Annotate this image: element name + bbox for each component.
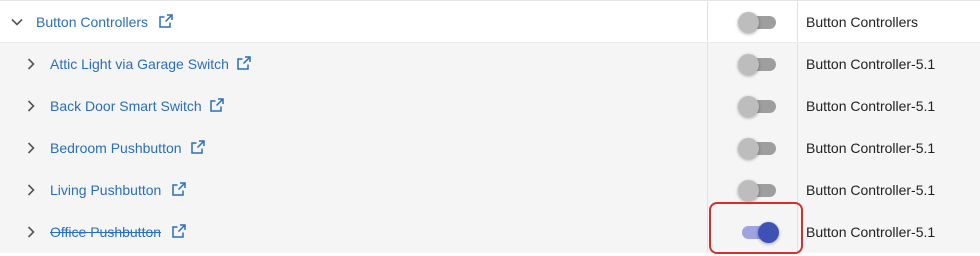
- device-name-link[interactable]: Back Door Smart Switch: [50, 97, 202, 115]
- type-cell: Button Controller-5.1: [806, 224, 936, 240]
- chevron-right-icon[interactable]: [23, 224, 39, 240]
- enable-switch[interactable]: [738, 138, 776, 159]
- apps-table: Button Controllers Button Controllers At…: [0, 0, 980, 256]
- external-link-icon[interactable]: [190, 139, 206, 155]
- table-row: Attic Light via Garage Switch Button Con…: [0, 43, 980, 85]
- type-cell: Button Controller-5.1: [806, 56, 936, 72]
- table-row: Back Door Smart Switch Button Controller…: [0, 85, 980, 127]
- toggle-cell: [707, 1, 798, 43]
- external-link-icon[interactable]: [236, 55, 252, 71]
- type-cell: Button Controller-5.1: [806, 182, 936, 198]
- type-cell: Button Controller-5.1: [806, 140, 936, 156]
- name-cell: Button Controllers: [0, 1, 707, 43]
- device-name-link[interactable]: Attic Light via Garage Switch: [50, 55, 229, 73]
- switch-thumb: [738, 12, 759, 33]
- table-row: Bedroom Pushbutton Button Controller-5.1: [0, 127, 980, 169]
- device-name-link[interactable]: Bedroom Pushbutton: [50, 139, 182, 157]
- type-cell: Button Controllers: [806, 14, 919, 30]
- external-link-icon[interactable]: [209, 97, 225, 113]
- table-row: Office Pushbutton Button Controller-5.1: [0, 211, 980, 253]
- chevron-right-icon[interactable]: [23, 98, 39, 114]
- device-name-link[interactable]: Office Pushbutton: [50, 223, 161, 241]
- table-row-group: Button Controllers Button Controllers: [0, 1, 980, 43]
- enable-switch[interactable]: [738, 180, 776, 201]
- external-link-icon[interactable]: [158, 13, 174, 29]
- external-link-icon[interactable]: [171, 181, 187, 197]
- enable-switch[interactable]: [738, 54, 776, 75]
- chevron-right-icon[interactable]: [23, 56, 39, 72]
- type-cell: Button Controller-5.1: [806, 98, 936, 114]
- table-row: Living Pushbutton Button Controller-5.1: [0, 169, 980, 211]
- device-name-link[interactable]: Living Pushbutton: [50, 181, 161, 199]
- chevron-down-icon[interactable]: [9, 14, 25, 30]
- enable-switch[interactable]: [738, 12, 776, 33]
- chevron-right-icon[interactable]: [23, 140, 39, 156]
- group-name-link[interactable]: Button Controllers: [36, 13, 148, 31]
- chevron-right-icon[interactable]: [23, 182, 39, 198]
- enable-switch[interactable]: [738, 222, 779, 243]
- enable-switch[interactable]: [738, 96, 776, 117]
- external-link-icon[interactable]: [171, 223, 187, 239]
